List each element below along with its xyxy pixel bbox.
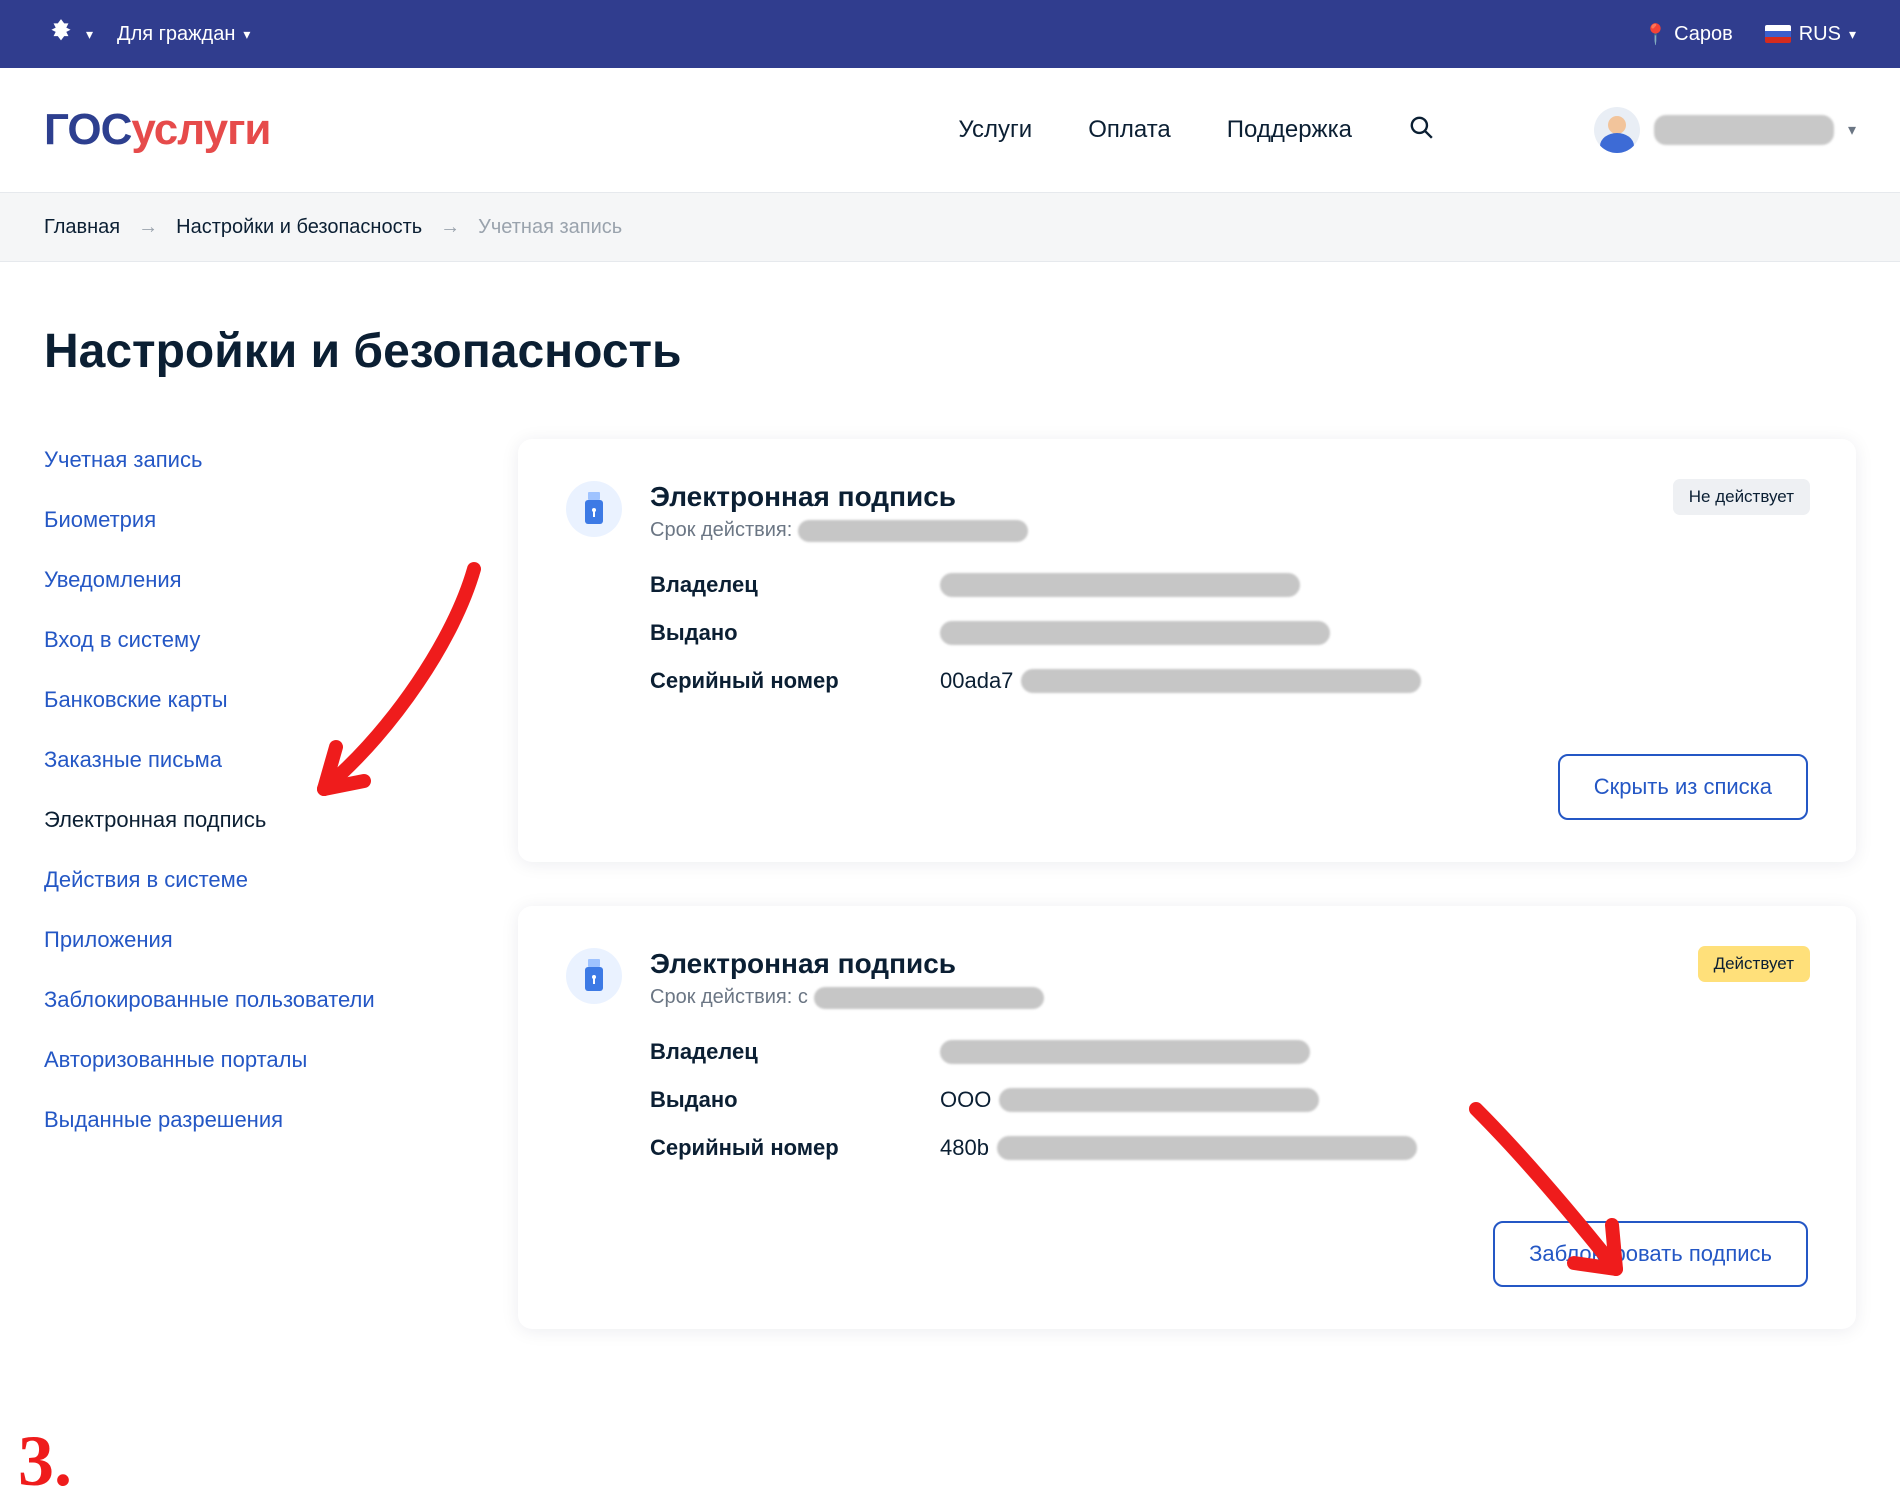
search-icon: [1408, 114, 1434, 140]
card-title: Электронная подпись: [650, 481, 1028, 513]
crumb-current: Учетная запись: [478, 216, 622, 239]
card-title: Электронная подпись: [650, 948, 1044, 980]
avatar-icon: [1594, 107, 1640, 153]
sidebar-item-esignature[interactable]: Электронная подпись: [44, 807, 464, 833]
site-header: госуслуги Услуги Оплата Поддержка ▾: [0, 68, 1900, 192]
nav-support[interactable]: Поддержка: [1227, 116, 1352, 144]
chevron-right-icon: →: [138, 216, 158, 239]
serial-label: Серийный номер: [650, 1135, 900, 1161]
redacted-issuer: [940, 621, 1330, 645]
validity-label: Срок действия: с: [650, 986, 808, 1009]
owner-label: Владелец: [650, 1039, 900, 1065]
settings-sidebar: Учетная запись Биометрия Уведомления Вхо…: [44, 439, 464, 1133]
redacted-serial: [1021, 669, 1421, 693]
annotation-step-number: 3.: [18, 1420, 72, 1500]
lang-label: RUS: [1799, 23, 1841, 46]
signature-card-active: Действует Электронная подпись Срок дейст…: [518, 906, 1856, 1329]
redacted-owner: [940, 1040, 1310, 1064]
redacted-serial: [997, 1136, 1417, 1160]
search-button[interactable]: [1408, 114, 1434, 147]
sidebar-item-blocked-users[interactable]: Заблокированные пользователи: [44, 987, 464, 1013]
nav-payment[interactable]: Оплата: [1088, 116, 1171, 144]
redacted-owner: [940, 573, 1300, 597]
serial-label: Серийный номер: [650, 668, 900, 694]
flag-ru-icon: [1765, 25, 1791, 43]
chevron-right-icon: →: [440, 216, 460, 239]
redacted-username: [1654, 115, 1834, 145]
breadcrumb: Главная → Настройки и безопасность → Уче…: [0, 192, 1900, 262]
city-selector[interactable]: 📍 Саров: [1643, 22, 1733, 47]
coat-of-arms-icon: [44, 17, 78, 51]
validity-label: Срок действия:: [650, 519, 792, 542]
audience-label: Для граждан: [117, 23, 235, 46]
crumb-settings[interactable]: Настройки и безопасность: [176, 216, 422, 239]
serial-prefix: 480b: [940, 1135, 989, 1161]
sidebar-item-login[interactable]: Вход в систему: [44, 627, 464, 653]
redacted-issuer: [999, 1088, 1319, 1112]
audience-selector[interactable]: Для граждан ▾: [117, 23, 250, 46]
signature-card-inactive: Не действует Электронная подпись Срок де…: [518, 439, 1856, 862]
redacted-validity: [814, 987, 1044, 1009]
usb-token-icon: [566, 481, 622, 537]
issued-label: Выдано: [650, 1087, 900, 1113]
chevron-down-icon: ▾: [1848, 120, 1856, 140]
nav-services[interactable]: Услуги: [958, 116, 1032, 144]
sidebar-item-cards[interactable]: Банковские карты: [44, 687, 464, 713]
sidebar-item-biometrics[interactable]: Биометрия: [44, 507, 464, 533]
gov-bar: ▾ Для граждан ▾ 📍 Саров RUS ▾: [0, 0, 1900, 68]
sidebar-item-permissions[interactable]: Выданные разрешения: [44, 1107, 464, 1133]
page-title: Настройки и безопасность: [0, 262, 1900, 379]
sidebar-item-activity[interactable]: Действия в системе: [44, 867, 464, 893]
status-badge: Действует: [1698, 946, 1810, 982]
crumb-home[interactable]: Главная: [44, 216, 120, 239]
issued-label: Выдано: [650, 620, 900, 646]
sidebar-item-account[interactable]: Учетная запись: [44, 447, 464, 473]
sidebar-item-registered-mail[interactable]: Заказные письма: [44, 747, 464, 773]
main-content: Не действует Электронная подпись Срок де…: [518, 439, 1856, 1329]
chevron-down-icon: ▾: [243, 26, 250, 43]
city-label: Саров: [1674, 23, 1733, 46]
emblem-menu[interactable]: ▾: [44, 17, 93, 51]
language-selector[interactable]: RUS ▾: [1765, 23, 1856, 46]
block-signature-button[interactable]: Заблокировать подпись: [1493, 1221, 1808, 1287]
serial-prefix: 00ada7: [940, 668, 1013, 694]
site-logo[interactable]: госуслуги: [44, 105, 270, 155]
chevron-down-icon: ▾: [86, 26, 93, 43]
sidebar-item-apps[interactable]: Приложения: [44, 927, 464, 953]
owner-label: Владелец: [650, 572, 900, 598]
sidebar-item-authorized-portals[interactable]: Авторизованные порталы: [44, 1047, 464, 1073]
issued-prefix: ООО: [940, 1087, 991, 1113]
hide-from-list-button[interactable]: Скрыть из списка: [1558, 754, 1808, 820]
status-badge: Не действует: [1673, 479, 1810, 515]
sidebar-item-notifications[interactable]: Уведомления: [44, 567, 464, 593]
redacted-validity: [798, 520, 1028, 542]
user-menu[interactable]: ▾: [1594, 107, 1856, 153]
usb-token-icon: [566, 948, 622, 1004]
chevron-down-icon: ▾: [1849, 26, 1856, 43]
location-pin-icon: 📍: [1643, 22, 1668, 47]
